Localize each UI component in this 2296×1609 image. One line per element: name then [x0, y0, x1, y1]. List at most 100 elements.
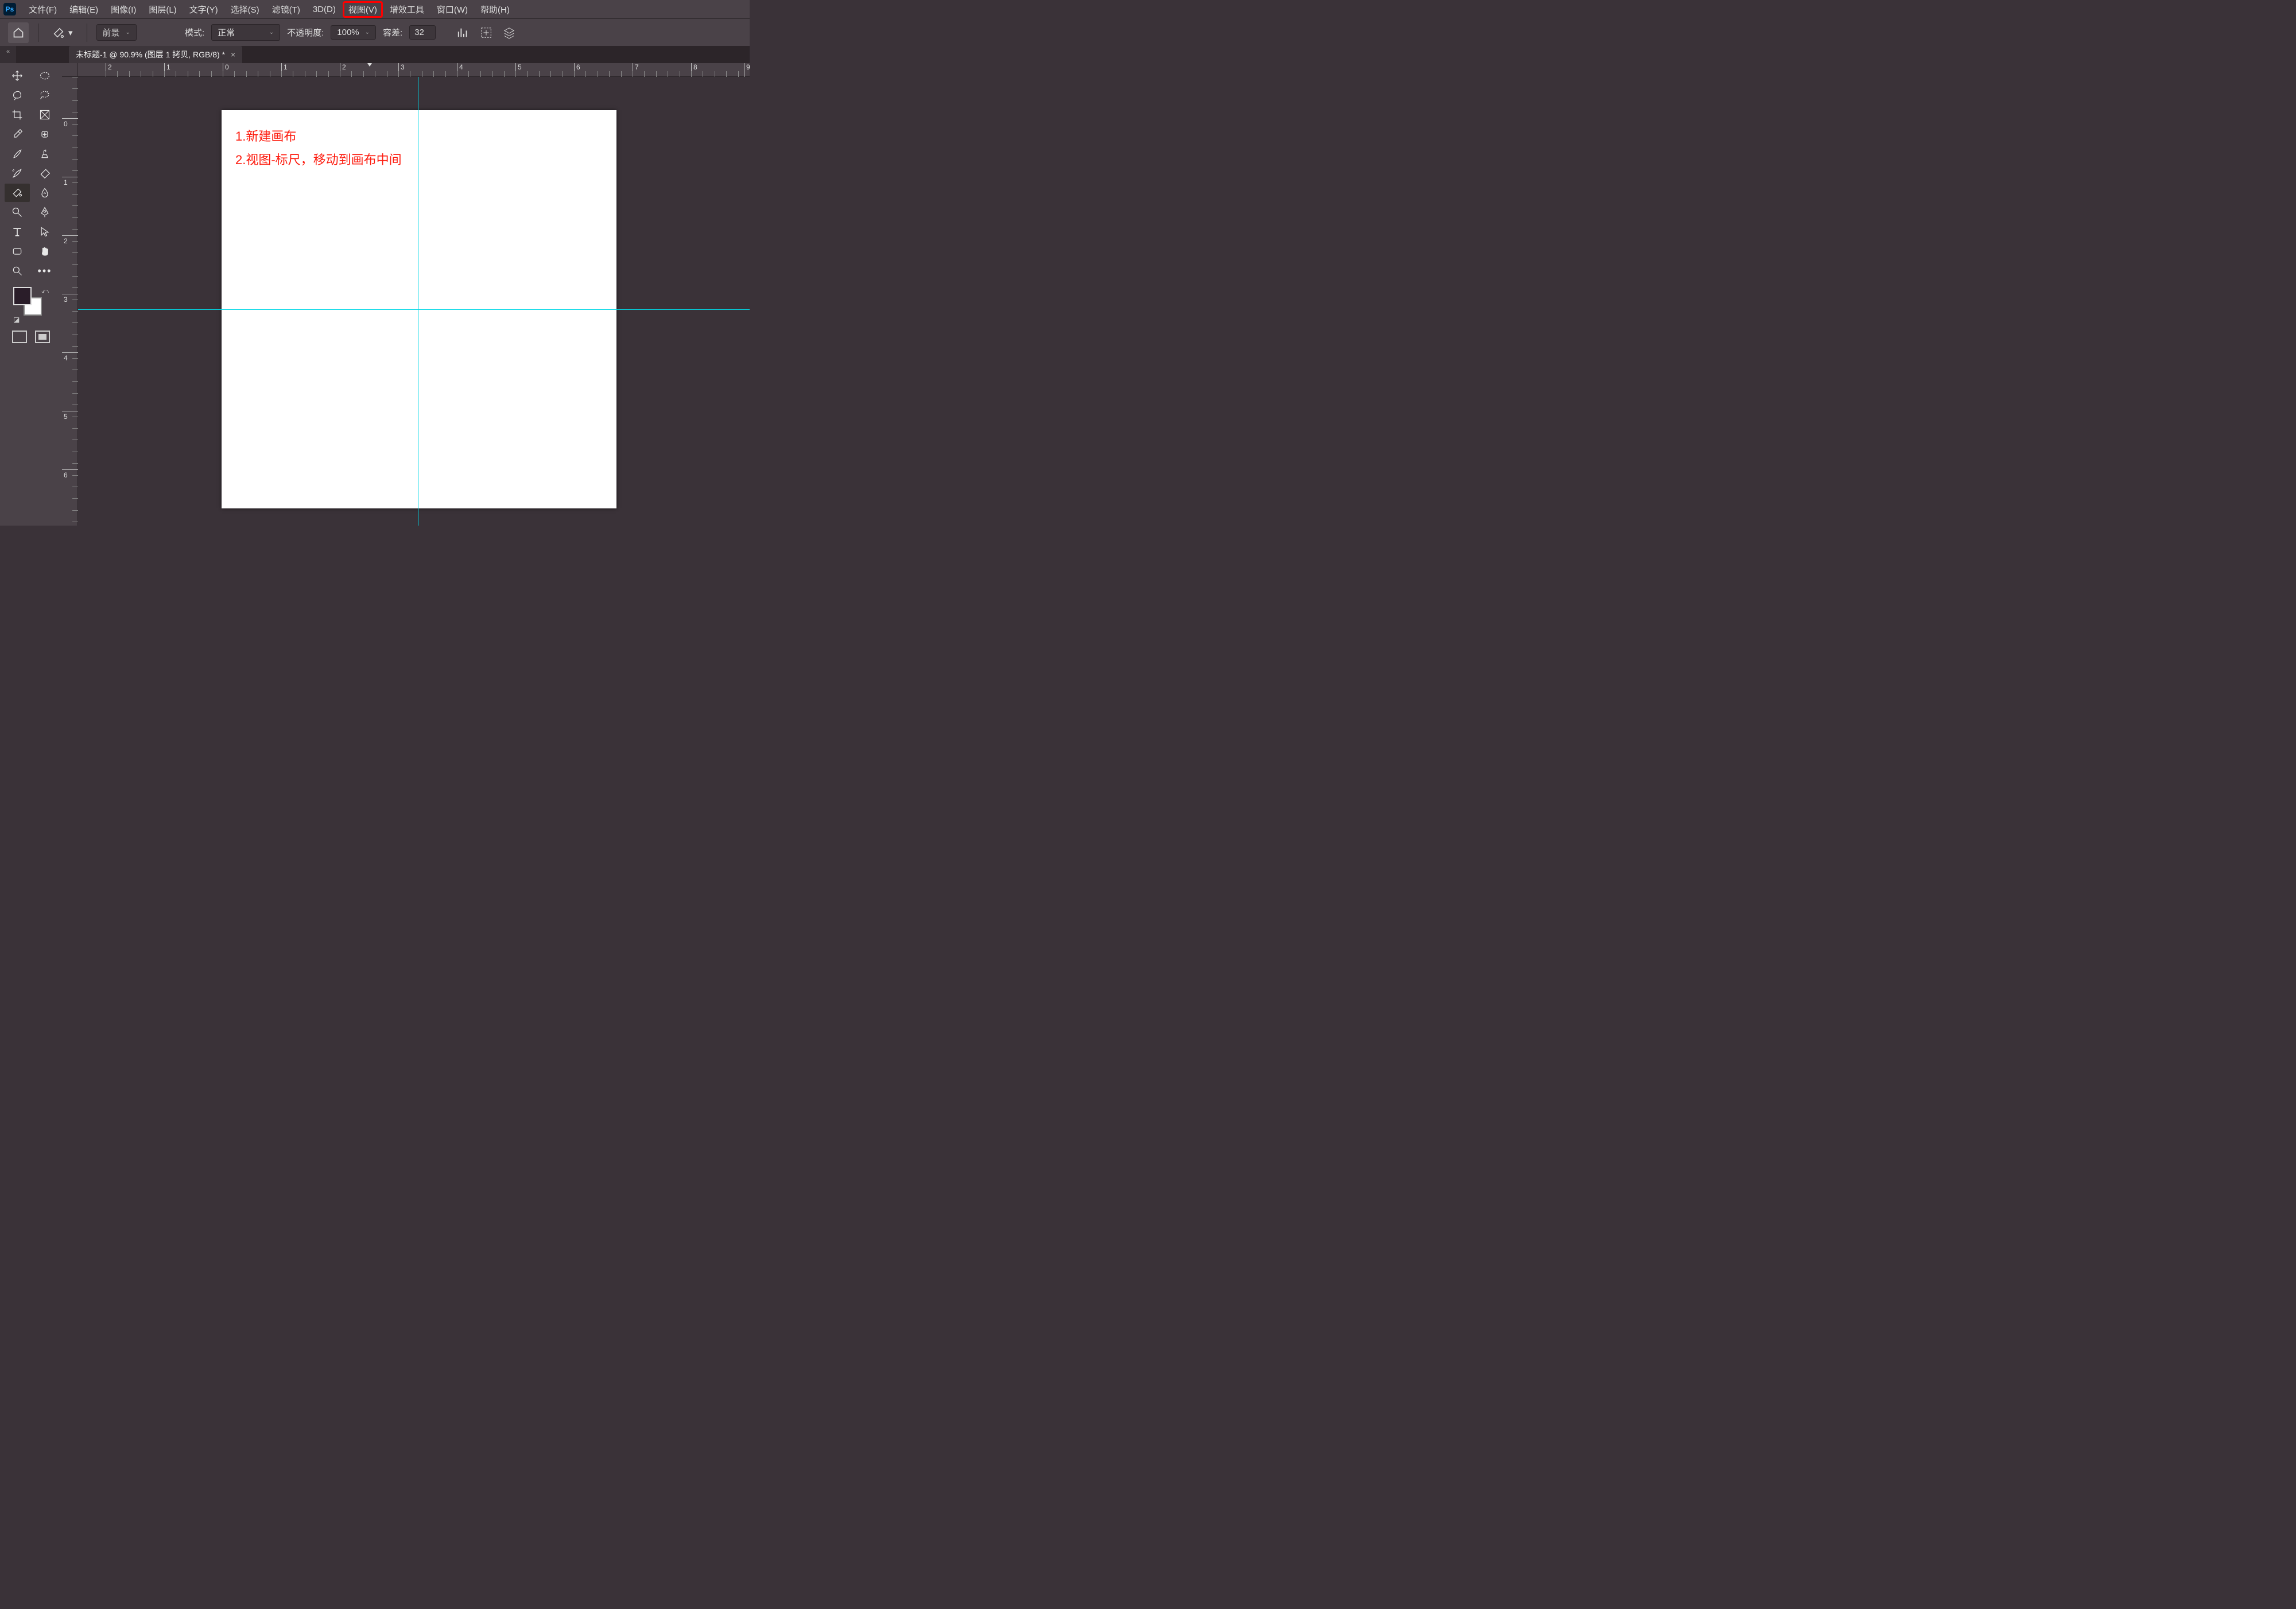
eraser-tool[interactable] [32, 164, 57, 182]
ruler-h-tick: 9 [744, 63, 750, 77]
document-tab-title: 未标题-1 @ 90.9% (图层 1 拷贝, RGB/8) * [76, 49, 225, 60]
chevron-down-icon: ▾ [68, 28, 73, 38]
menu-file[interactable]: 文件(F) [23, 1, 63, 18]
blend-mode-dropdown[interactable]: 正常 ⌄ [211, 24, 280, 41]
type-tool[interactable] [5, 223, 30, 241]
ruler-h-tick: 1 [164, 63, 170, 77]
menu-plugins[interactable]: 增效工具 [384, 1, 430, 18]
crop-tool[interactable] [5, 106, 30, 124]
ruler-h-tick: 2 [106, 63, 112, 77]
rectangle-tool[interactable] [5, 242, 30, 261]
ruler-v-tick: 3 [62, 294, 78, 304]
marquee-ellipse-tool[interactable] [32, 67, 57, 85]
chevron-down-icon: ⌄ [269, 29, 274, 36]
lasso-tool[interactable] [5, 86, 30, 104]
menu-bar: Ps 文件(F) 编辑(E) 图像(I) 图层(L) 文字(Y) 选择(S) 滤… [0, 0, 750, 18]
document-tab[interactable]: 未标题-1 @ 90.9% (图层 1 拷贝, RGB/8) * × [69, 46, 242, 63]
magic-lasso-tool[interactable] [32, 86, 57, 104]
ruler-h-tick: 4 [457, 63, 463, 77]
toolbox: ••• ⤺ ◪ [0, 63, 62, 526]
ruler-h-tick: 0 [223, 63, 229, 77]
ruler-h-tick: 8 [691, 63, 697, 77]
spot-heal-tool[interactable] [32, 125, 57, 143]
menu-image[interactable]: 图像(I) [105, 1, 142, 18]
zoom-tool[interactable] [5, 262, 30, 280]
menu-view[interactable]: 视图(V) [343, 1, 383, 18]
tolerance-label: 容差: [383, 26, 402, 38]
move-tool[interactable] [5, 67, 30, 85]
document-tabstrip: 未标题-1 @ 90.9% (图层 1 拷贝, RGB/8) * × [16, 46, 750, 63]
menu-filter[interactable]: 滤镜(T) [266, 1, 306, 18]
fill-source-dropdown[interactable]: 前景 ⌄ [96, 24, 137, 41]
annotation-line-1: 1.新建画布 [235, 125, 402, 149]
tolerance-input[interactable]: 32 [409, 25, 436, 40]
chevron-down-icon: ⌄ [126, 29, 130, 36]
annotation-text: 1.新建画布 2.视图-标尺，移动到画布中间 [235, 125, 402, 172]
swap-colors-icon[interactable]: ⤺ [41, 287, 49, 296]
foreground-color[interactable] [13, 287, 32, 305]
contiguous-icon [480, 26, 492, 39]
dodge-tool[interactable] [5, 203, 30, 221]
ps-logo-icon: Ps [3, 3, 16, 15]
close-icon[interactable]: × [231, 50, 235, 59]
menu-3d[interactable]: 3D(D) [307, 2, 342, 17]
opacity-value: 100% [337, 28, 359, 37]
ruler-h-tick: 6 [574, 63, 580, 77]
path-select-tool[interactable] [32, 223, 57, 241]
vertical-ruler[interactable]: 0 1 2 3 4 5 6 [62, 77, 78, 526]
canvas-zone: 2 1 0 1 2 3 4 5 6 7 8 9 0 1 2 3 4 5 6 [62, 63, 750, 526]
contiguous-toggle[interactable] [478, 25, 494, 41]
quickmask-mode-button[interactable] [35, 331, 50, 343]
opacity-label: 不透明度: [287, 26, 324, 38]
ruler-h-tick: 1 [281, 63, 288, 77]
history-brush-tool[interactable] [5, 164, 30, 182]
horizontal-ruler[interactable]: 2 1 0 1 2 3 4 5 6 7 8 9 [78, 63, 750, 77]
menu-type[interactable]: 文字(Y) [184, 1, 224, 18]
hand-tool[interactable] [32, 242, 57, 261]
paint-bucket-icon [52, 26, 65, 39]
canvas-background[interactable]: 1.新建画布 2.视图-标尺，移动到画布中间 [78, 77, 750, 526]
mode-label: 模式: [185, 26, 204, 38]
ruler-cursor-indicator [367, 63, 372, 67]
pen-tool[interactable] [32, 203, 57, 221]
ruler-v-tick: 4 [62, 352, 78, 362]
guide-horizontal[interactable] [78, 309, 750, 310]
brush-tool[interactable] [5, 145, 30, 163]
paint-bucket-tool[interactable] [5, 184, 30, 202]
collapse-panels-icon[interactable]: « [0, 46, 16, 63]
home-icon [13, 27, 24, 38]
menu-help[interactable]: 帮助(H) [475, 1, 515, 18]
blend-mode-value: 正常 [218, 26, 235, 38]
chevron-down-icon: ⌄ [365, 29, 370, 36]
ruler-v-tick: 2 [62, 235, 78, 245]
home-button[interactable] [8, 22, 29, 43]
histogram-icon [457, 26, 470, 39]
all-layers-toggle[interactable] [501, 25, 517, 41]
opacity-dropdown[interactable]: 100% ⌄ [331, 25, 376, 40]
standard-mode-button[interactable] [12, 331, 27, 343]
antialias-toggle[interactable] [455, 25, 471, 41]
ruler-h-tick: 3 [398, 63, 405, 77]
ruler-h-tick: 2 [340, 63, 346, 77]
layers-icon [503, 26, 515, 39]
menu-window[interactable]: 窗口(W) [431, 1, 474, 18]
color-swatches[interactable]: ⤺ ◪ [11, 287, 51, 324]
edit-toolbar[interactable]: ••• [32, 262, 57, 280]
menu-select[interactable]: 选择(S) [225, 1, 265, 18]
annotation-line-2: 2.视图-标尺，移动到画布中间 [235, 149, 402, 172]
menu-layer[interactable]: 图层(L) [143, 1, 182, 18]
ruler-v-tick: 5 [62, 411, 78, 421]
current-tool-indicator[interactable]: ▾ [48, 24, 77, 41]
ruler-v-tick: 1 [62, 177, 78, 186]
fill-source-value: 前景 [103, 26, 120, 38]
clone-stamp-tool[interactable] [32, 145, 57, 163]
menu-edit[interactable]: 编辑(E) [64, 1, 104, 18]
ruler-origin[interactable] [62, 63, 78, 77]
options-bar: ▾ 前景 ⌄ 模式: 正常 ⌄ 不透明度: 100% ⌄ 容差: 32 [0, 18, 750, 46]
eyedropper-tool[interactable] [5, 125, 30, 143]
frame-tool[interactable] [32, 106, 57, 124]
default-colors-icon[interactable]: ◪ [13, 316, 20, 324]
ruler-h-tick: 7 [633, 63, 639, 77]
ruler-v-tick: 0 [62, 118, 78, 128]
smudge-tool[interactable] [32, 184, 57, 202]
